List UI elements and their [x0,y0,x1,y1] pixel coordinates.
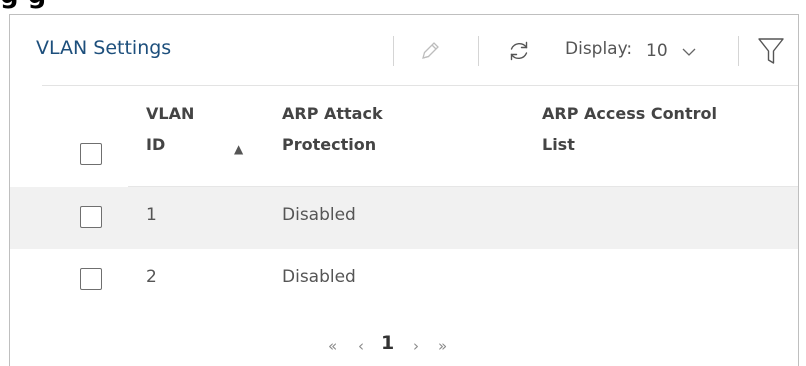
column-header-label: Protection [282,135,377,154]
document-caption: g g [0,0,46,10]
panel-toolbar: VLAN Settings Display: 10 [10,15,798,85]
column-header-label: VLAN [146,104,195,123]
refresh-icon[interactable] [504,36,534,66]
toolbar-divider [478,36,479,66]
table-row[interactable]: 1 Disabled [10,187,798,249]
cell-arp-attack-protection: Disabled [282,267,356,287]
pagination: « ‹ 1 › » [10,332,798,359]
pencil-icon[interactable] [415,36,445,66]
column-header-label: ID [146,135,166,154]
cell-vlan-id: 2 [146,267,157,287]
display-count-select[interactable]: 10 [646,37,728,65]
display-label: Display: [565,39,633,59]
select-all-checkbox[interactable] [80,143,102,165]
filter-icon[interactable] [756,36,786,66]
first-page-button[interactable]: « [328,337,337,355]
sort-ascending-icon[interactable]: ▲ [234,142,243,156]
last-page-button[interactable]: » [438,337,447,355]
row-checkbox[interactable] [80,268,102,290]
display-count-value: 10 [646,41,668,61]
cell-vlan-id: 1 [146,205,157,225]
column-header-arp-attack-protection[interactable]: ARP Attack Protection [282,98,482,160]
previous-page-button[interactable]: ‹ [358,337,364,355]
next-page-button[interactable]: › [413,337,419,355]
table-row[interactable]: 2 Disabled [10,249,798,311]
toolbar-divider [738,36,739,66]
chevron-down-icon [682,42,696,61]
page-number-current[interactable]: 1 [381,332,394,354]
column-header-label: List [542,135,575,154]
column-header-arp-access-control-list[interactable]: ARP Access Control List [542,98,772,160]
column-header-label: ARP Attack [282,104,383,123]
column-header-label: ARP Access Control [542,104,717,123]
vlan-settings-panel: VLAN Settings Display: 10 VLAN ID ▲ ARP … [9,14,799,366]
cell-arp-attack-protection: Disabled [282,205,356,225]
panel-title: VLAN Settings [36,37,172,59]
toolbar-divider [393,36,394,66]
column-header-vlan-id[interactable]: VLAN ID [146,98,196,160]
table-header: VLAN ID ▲ ARP Attack Protection ARP Acce… [10,86,798,187]
row-checkbox[interactable] [80,206,102,228]
